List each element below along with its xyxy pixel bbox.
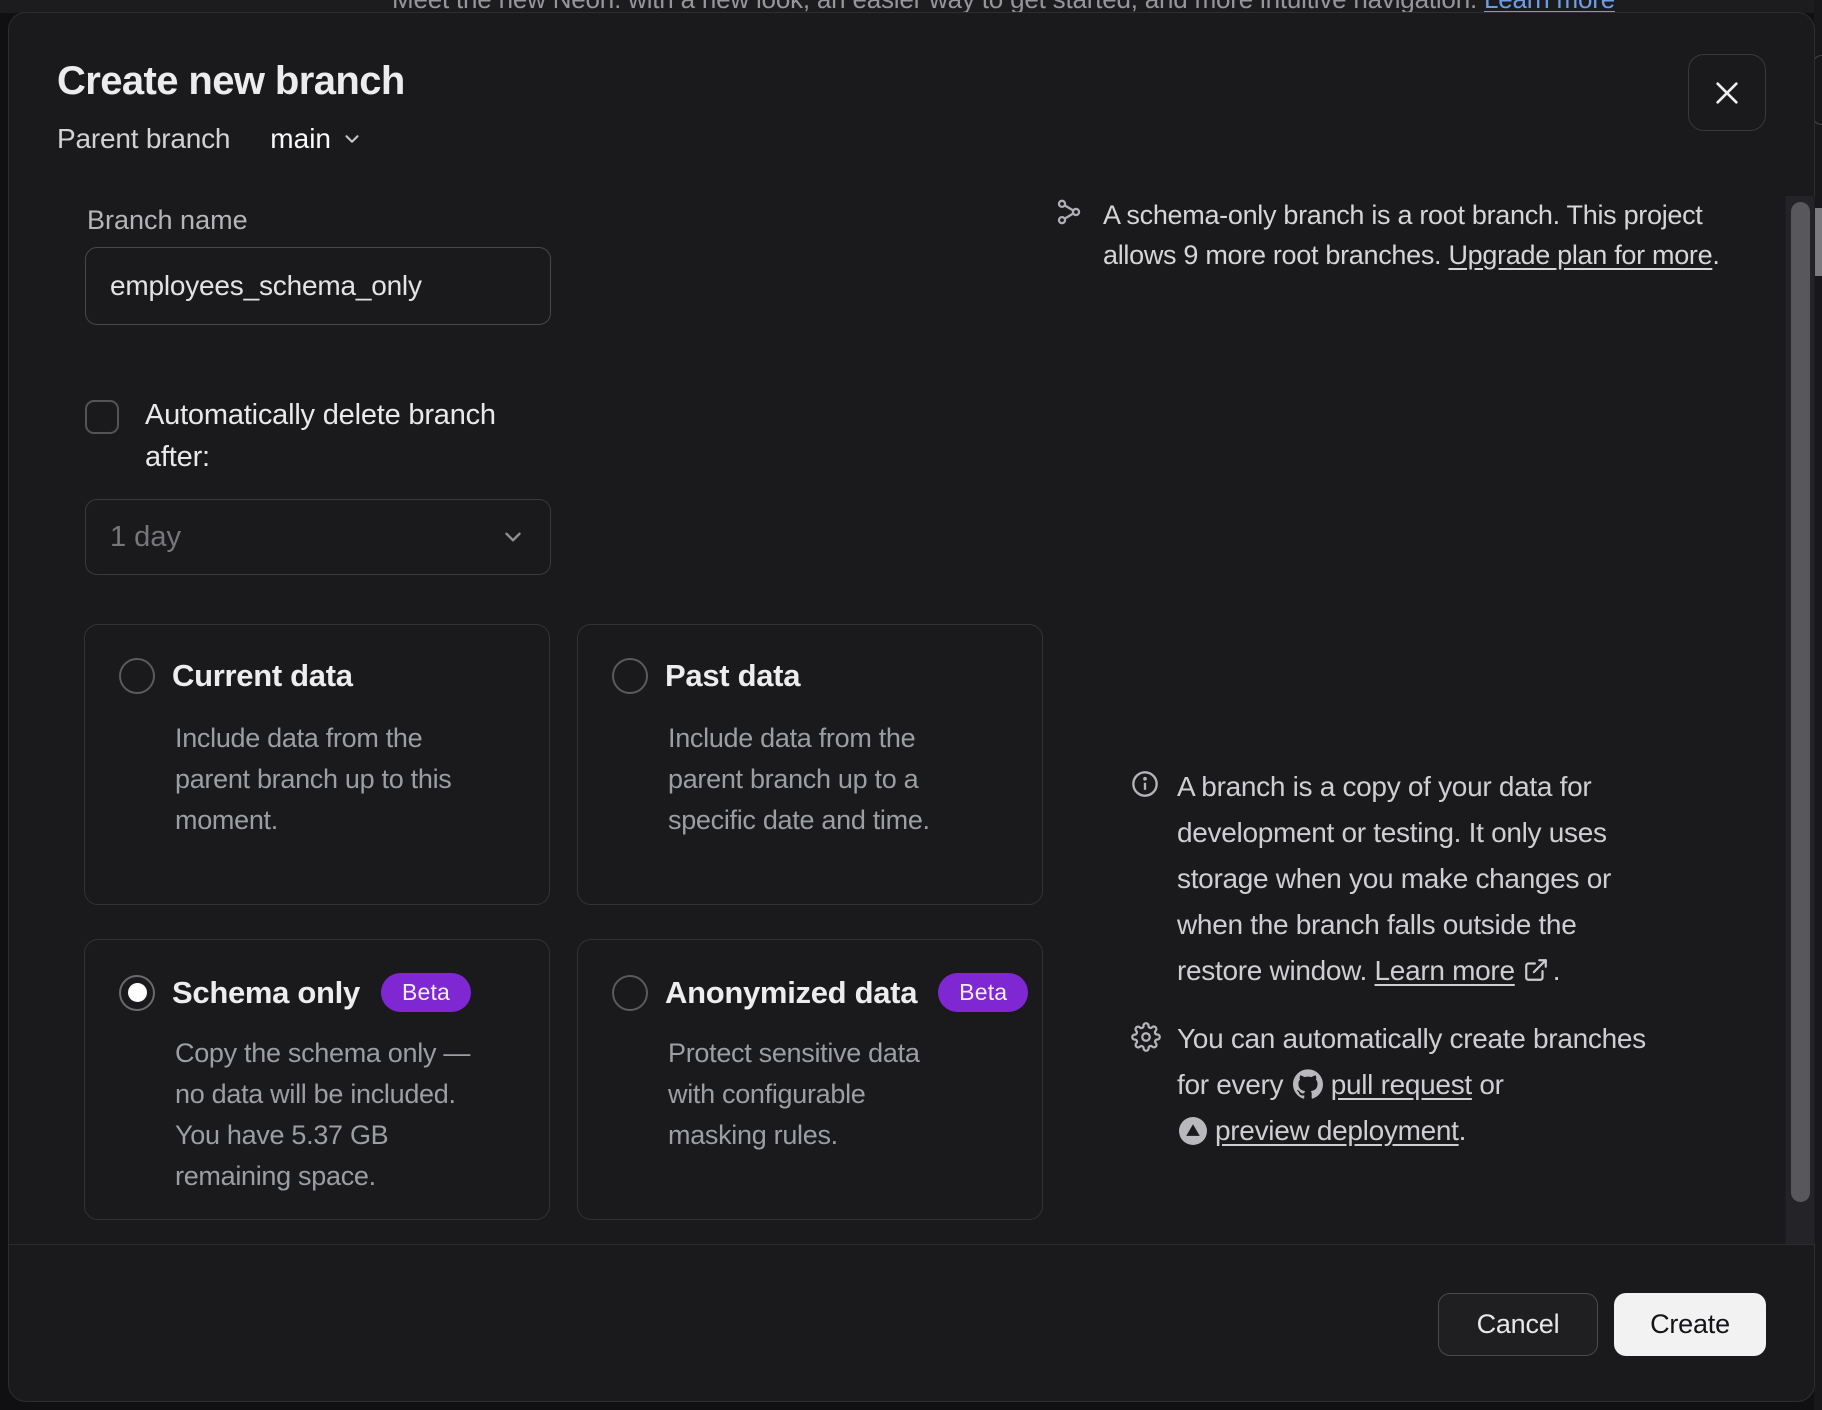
- delete-duration-select[interactable]: 1 day: [85, 499, 551, 575]
- auto-delete-row: Automatically delete branch after:: [85, 394, 496, 478]
- learn-more-link[interactable]: Learn more: [1375, 955, 1515, 986]
- auto-delete-checkbox[interactable]: [85, 400, 119, 434]
- close-icon: [1711, 77, 1743, 109]
- option-description: Protect sensitive datawith configurablem…: [668, 1033, 920, 1156]
- radio-anonymized-data[interactable]: [612, 975, 648, 1011]
- parent-branch-dropdown[interactable]: main: [270, 123, 363, 155]
- scrollbar-track: [1785, 196, 1815, 1244]
- scrollbar-thumb[interactable]: [1791, 202, 1810, 1202]
- pull-request-link[interactable]: pull request: [1331, 1069, 1472, 1100]
- parent-branch-row: Parent branch main: [57, 123, 363, 155]
- option-description: Copy the schema only —no data will be in…: [175, 1033, 470, 1197]
- option-card-past-data[interactable]: Past data Include data from theparent br…: [577, 624, 1043, 905]
- radio-current-data[interactable]: [119, 658, 155, 694]
- external-link-icon: [1523, 957, 1549, 983]
- option-card-current-data[interactable]: Current data Include data from theparent…: [84, 624, 550, 905]
- close-button[interactable]: [1688, 54, 1766, 131]
- beta-badge: Beta: [938, 973, 1028, 1012]
- radio-schema-only[interactable]: [119, 975, 155, 1011]
- preview-deployment-link[interactable]: preview deployment: [1215, 1115, 1459, 1146]
- branch-name-input[interactable]: [85, 247, 551, 325]
- info-icon: [1131, 770, 1159, 798]
- page-edge-sliver: [1814, 0, 1822, 1410]
- parent-branch-label: Parent branch: [57, 123, 230, 155]
- footer-divider: [9, 1244, 1814, 1245]
- parent-branch-value: main: [270, 123, 331, 155]
- option-title: Past data: [665, 658, 800, 694]
- option-title: Schema only: [172, 975, 360, 1011]
- schema-branch-icon: [1055, 198, 1083, 226]
- page-edge-content-fragment: [1815, 208, 1822, 276]
- create-button[interactable]: Create: [1614, 1293, 1766, 1356]
- chevron-down-icon: [341, 128, 363, 150]
- option-description: Include data from theparent branch up to…: [175, 718, 452, 841]
- integrations-note: You can automatically create branches fo…: [1177, 1016, 1646, 1154]
- cancel-button[interactable]: Cancel: [1438, 1293, 1598, 1356]
- auto-delete-label: Automatically delete branch after:: [145, 394, 496, 478]
- github-icon: [1293, 1069, 1323, 1099]
- chevron-down-icon: [500, 524, 526, 550]
- option-card-anonymized-data[interactable]: Anonymized data Beta Protect sensitive d…: [577, 939, 1043, 1220]
- gear-icon: [1131, 1022, 1161, 1052]
- delete-duration-value: 1 day: [110, 521, 500, 554]
- root-branch-note: A schema-only branch is a root branch. T…: [1103, 195, 1720, 275]
- branch-info-note: A branch is a copy of your data for deve…: [1177, 764, 1611, 994]
- create-branch-dialog: Create new branch Parent branch main Bra…: [8, 12, 1815, 1402]
- option-title: Anonymized data: [665, 975, 917, 1011]
- option-card-schema-only[interactable]: Schema only Beta Copy the schema only —n…: [84, 939, 550, 1220]
- vercel-icon: [1179, 1117, 1207, 1145]
- branch-name-label: Branch name: [87, 205, 248, 236]
- dialog-title: Create new branch: [57, 59, 405, 104]
- radio-past-data[interactable]: [612, 658, 648, 694]
- option-description: Include data from theparent branch up to…: [668, 718, 930, 841]
- upgrade-plan-link[interactable]: Upgrade plan for more: [1448, 240, 1712, 270]
- beta-badge: Beta: [381, 973, 471, 1012]
- option-title: Current data: [172, 658, 353, 694]
